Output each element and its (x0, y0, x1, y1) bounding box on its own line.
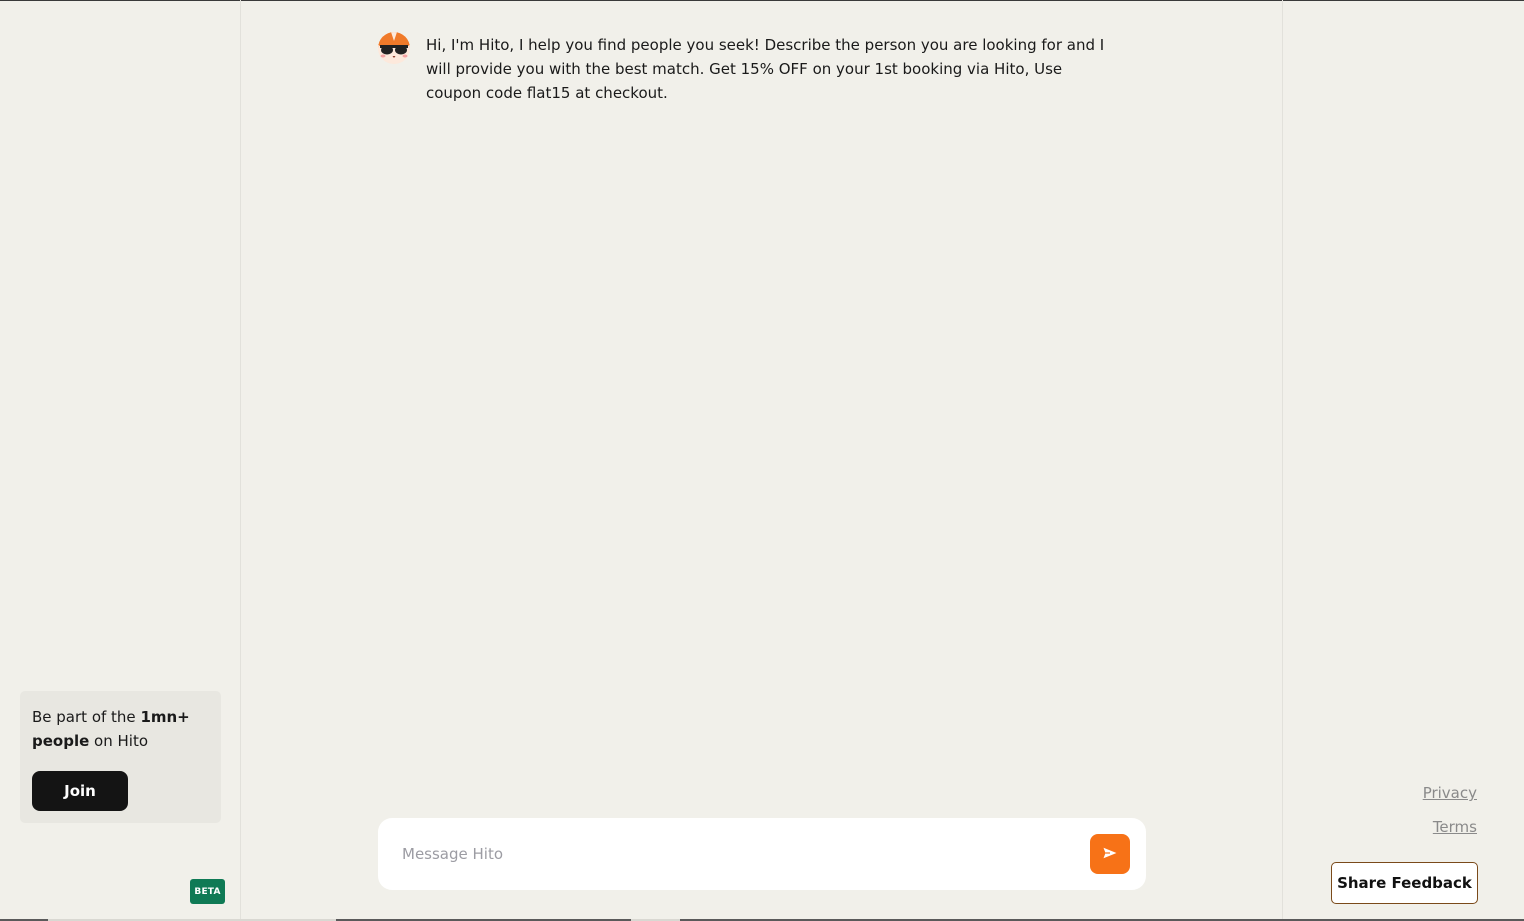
right-sidebar: Privacy Terms Share Feedback (1282, 0, 1524, 921)
send-icon (1103, 847, 1117, 862)
join-text-suffix: on Hito (89, 732, 149, 750)
left-sidebar: Be part of the 1mn+ people on Hito Join … (0, 0, 241, 921)
join-button[interactable]: Join (32, 771, 128, 811)
hito-avatar-icon (378, 32, 410, 64)
privacy-link[interactable]: Privacy (1423, 784, 1477, 802)
message-composer (378, 818, 1146, 890)
send-button[interactable] (1090, 834, 1130, 874)
join-card: Be part of the 1mn+ people on Hito Join (20, 691, 221, 823)
chat-main: Hi, I'm Hito, I help you find people you… (242, 0, 1282, 921)
join-text-prefix: Be part of the (32, 708, 141, 726)
join-card-text: Be part of the 1mn+ people on Hito (32, 705, 209, 753)
assistant-message-text: Hi, I'm Hito, I help you find people you… (426, 36, 1105, 102)
assistant-message: Hi, I'm Hito, I help you find people you… (378, 32, 1118, 105)
terms-link[interactable]: Terms (1433, 818, 1477, 836)
beta-badge: BETA (190, 879, 225, 904)
share-feedback-button[interactable]: Share Feedback (1331, 862, 1478, 904)
message-input[interactable] (402, 838, 1062, 870)
